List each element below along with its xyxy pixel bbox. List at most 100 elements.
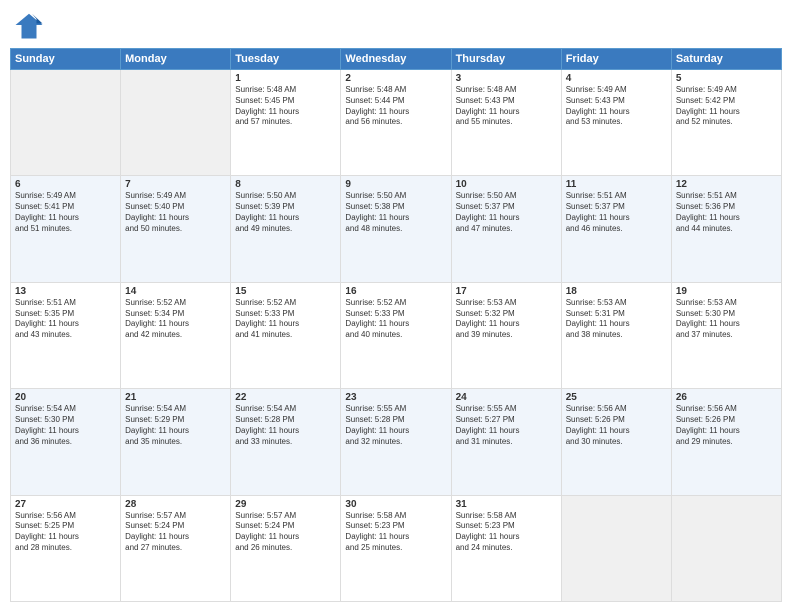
calendar-cell: 14Sunrise: 5:52 AM Sunset: 5:34 PM Dayli… [121,282,231,388]
calendar-cell: 9Sunrise: 5:50 AM Sunset: 5:38 PM Daylig… [341,176,451,282]
day-number: 12 [676,179,777,190]
calendar-cell: 25Sunrise: 5:56 AM Sunset: 5:26 PM Dayli… [561,389,671,495]
calendar-cell [11,70,121,176]
day-info: Sunrise: 5:54 AM Sunset: 5:30 PM Dayligh… [15,404,116,447]
day-number: 4 [566,73,667,84]
day-number: 29 [235,499,336,510]
calendar-cell [671,495,781,601]
calendar-week-row: 27Sunrise: 5:56 AM Sunset: 5:25 PM Dayli… [11,495,782,601]
calendar-cell: 22Sunrise: 5:54 AM Sunset: 5:28 PM Dayli… [231,389,341,495]
day-info: Sunrise: 5:51 AM Sunset: 5:37 PM Dayligh… [566,191,667,234]
day-info: Sunrise: 5:54 AM Sunset: 5:28 PM Dayligh… [235,404,336,447]
day-info: Sunrise: 5:52 AM Sunset: 5:33 PM Dayligh… [345,298,446,341]
calendar-cell: 26Sunrise: 5:56 AM Sunset: 5:26 PM Dayli… [671,389,781,495]
calendar-cell: 1Sunrise: 5:48 AM Sunset: 5:45 PM Daylig… [231,70,341,176]
day-info: Sunrise: 5:48 AM Sunset: 5:45 PM Dayligh… [235,85,336,128]
day-info: Sunrise: 5:58 AM Sunset: 5:23 PM Dayligh… [345,511,446,554]
day-info: Sunrise: 5:55 AM Sunset: 5:27 PM Dayligh… [456,404,557,447]
page: SundayMondayTuesdayWednesdayThursdayFrid… [0,0,792,612]
day-info: Sunrise: 5:49 AM Sunset: 5:40 PM Dayligh… [125,191,226,234]
calendar-header-thursday: Thursday [451,49,561,70]
calendar-cell: 19Sunrise: 5:53 AM Sunset: 5:30 PM Dayli… [671,282,781,388]
calendar-cell: 20Sunrise: 5:54 AM Sunset: 5:30 PM Dayli… [11,389,121,495]
calendar-week-row: 13Sunrise: 5:51 AM Sunset: 5:35 PM Dayli… [11,282,782,388]
calendar-header-friday: Friday [561,49,671,70]
calendar-header-sunday: Sunday [11,49,121,70]
header [10,10,782,40]
calendar-week-row: 6Sunrise: 5:49 AM Sunset: 5:41 PM Daylig… [11,176,782,282]
day-number: 8 [235,179,336,190]
day-info: Sunrise: 5:50 AM Sunset: 5:39 PM Dayligh… [235,191,336,234]
day-info: Sunrise: 5:49 AM Sunset: 5:41 PM Dayligh… [15,191,116,234]
day-number: 3 [456,73,557,84]
calendar-cell: 16Sunrise: 5:52 AM Sunset: 5:33 PM Dayli… [341,282,451,388]
calendar-cell: 21Sunrise: 5:54 AM Sunset: 5:29 PM Dayli… [121,389,231,495]
day-number: 5 [676,73,777,84]
calendar-week-row: 1Sunrise: 5:48 AM Sunset: 5:45 PM Daylig… [11,70,782,176]
calendar-cell: 15Sunrise: 5:52 AM Sunset: 5:33 PM Dayli… [231,282,341,388]
day-number: 23 [345,392,446,403]
calendar-header-tuesday: Tuesday [231,49,341,70]
day-number: 27 [15,499,116,510]
logo [14,10,48,40]
calendar-cell: 6Sunrise: 5:49 AM Sunset: 5:41 PM Daylig… [11,176,121,282]
calendar-cell [121,70,231,176]
calendar-header-row: SundayMondayTuesdayWednesdayThursdayFrid… [11,49,782,70]
day-info: Sunrise: 5:51 AM Sunset: 5:36 PM Dayligh… [676,191,777,234]
day-number: 14 [125,286,226,297]
day-info: Sunrise: 5:50 AM Sunset: 5:37 PM Dayligh… [456,191,557,234]
day-info: Sunrise: 5:53 AM Sunset: 5:31 PM Dayligh… [566,298,667,341]
day-info: Sunrise: 5:52 AM Sunset: 5:33 PM Dayligh… [235,298,336,341]
calendar-table: SundayMondayTuesdayWednesdayThursdayFrid… [10,48,782,602]
calendar-cell: 28Sunrise: 5:57 AM Sunset: 5:24 PM Dayli… [121,495,231,601]
day-info: Sunrise: 5:58 AM Sunset: 5:23 PM Dayligh… [456,511,557,554]
calendar-cell: 23Sunrise: 5:55 AM Sunset: 5:28 PM Dayli… [341,389,451,495]
calendar-cell: 31Sunrise: 5:58 AM Sunset: 5:23 PM Dayli… [451,495,561,601]
day-number: 24 [456,392,557,403]
day-info: Sunrise: 5:48 AM Sunset: 5:43 PM Dayligh… [456,85,557,128]
day-info: Sunrise: 5:48 AM Sunset: 5:44 PM Dayligh… [345,85,446,128]
calendar-cell: 5Sunrise: 5:49 AM Sunset: 5:42 PM Daylig… [671,70,781,176]
calendar-cell: 11Sunrise: 5:51 AM Sunset: 5:37 PM Dayli… [561,176,671,282]
calendar-cell [561,495,671,601]
day-number: 22 [235,392,336,403]
calendar-cell: 27Sunrise: 5:56 AM Sunset: 5:25 PM Dayli… [11,495,121,601]
day-info: Sunrise: 5:52 AM Sunset: 5:34 PM Dayligh… [125,298,226,341]
day-number: 2 [345,73,446,84]
day-number: 30 [345,499,446,510]
day-info: Sunrise: 5:49 AM Sunset: 5:43 PM Dayligh… [566,85,667,128]
day-info: Sunrise: 5:56 AM Sunset: 5:25 PM Dayligh… [15,511,116,554]
calendar-header-monday: Monday [121,49,231,70]
calendar-cell: 4Sunrise: 5:49 AM Sunset: 5:43 PM Daylig… [561,70,671,176]
day-info: Sunrise: 5:54 AM Sunset: 5:29 PM Dayligh… [125,404,226,447]
calendar-cell: 24Sunrise: 5:55 AM Sunset: 5:27 PM Dayli… [451,389,561,495]
calendar-header-saturday: Saturday [671,49,781,70]
day-number: 9 [345,179,446,190]
day-number: 6 [15,179,116,190]
day-info: Sunrise: 5:57 AM Sunset: 5:24 PM Dayligh… [125,511,226,554]
calendar-cell: 2Sunrise: 5:48 AM Sunset: 5:44 PM Daylig… [341,70,451,176]
calendar-cell: 7Sunrise: 5:49 AM Sunset: 5:40 PM Daylig… [121,176,231,282]
day-number: 11 [566,179,667,190]
calendar-cell: 3Sunrise: 5:48 AM Sunset: 5:43 PM Daylig… [451,70,561,176]
calendar-cell: 12Sunrise: 5:51 AM Sunset: 5:36 PM Dayli… [671,176,781,282]
day-number: 13 [15,286,116,297]
day-info: Sunrise: 5:51 AM Sunset: 5:35 PM Dayligh… [15,298,116,341]
day-info: Sunrise: 5:56 AM Sunset: 5:26 PM Dayligh… [676,404,777,447]
day-info: Sunrise: 5:53 AM Sunset: 5:32 PM Dayligh… [456,298,557,341]
day-number: 31 [456,499,557,510]
day-number: 21 [125,392,226,403]
calendar-cell: 8Sunrise: 5:50 AM Sunset: 5:39 PM Daylig… [231,176,341,282]
day-info: Sunrise: 5:55 AM Sunset: 5:28 PM Dayligh… [345,404,446,447]
calendar-cell: 30Sunrise: 5:58 AM Sunset: 5:23 PM Dayli… [341,495,451,601]
day-number: 20 [15,392,116,403]
day-number: 15 [235,286,336,297]
day-info: Sunrise: 5:50 AM Sunset: 5:38 PM Dayligh… [345,191,446,234]
day-info: Sunrise: 5:53 AM Sunset: 5:30 PM Dayligh… [676,298,777,341]
day-number: 18 [566,286,667,297]
day-info: Sunrise: 5:56 AM Sunset: 5:26 PM Dayligh… [566,404,667,447]
day-number: 1 [235,73,336,84]
calendar-cell: 13Sunrise: 5:51 AM Sunset: 5:35 PM Dayli… [11,282,121,388]
day-number: 16 [345,286,446,297]
calendar-cell: 18Sunrise: 5:53 AM Sunset: 5:31 PM Dayli… [561,282,671,388]
